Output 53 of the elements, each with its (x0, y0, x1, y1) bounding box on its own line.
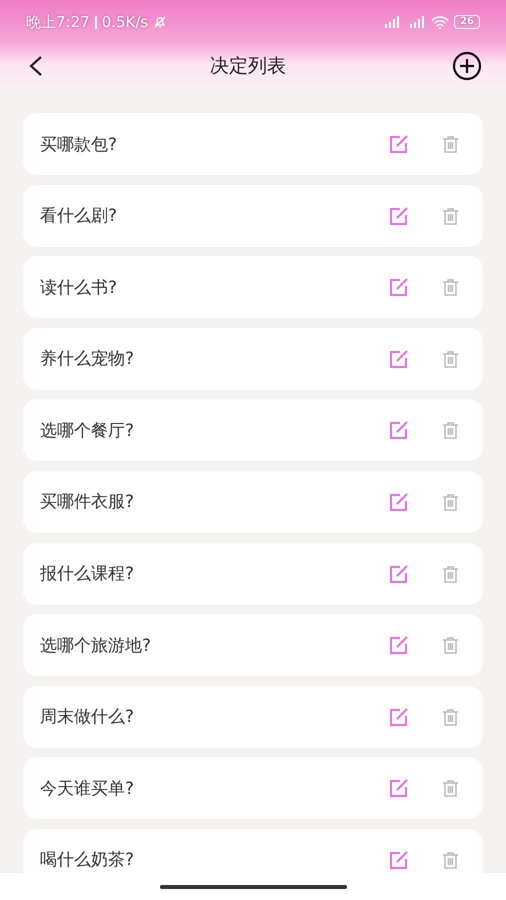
trash-icon[interactable] (442, 350, 459, 368)
decision-card[interactable]: 选哪个旅游地? (23, 614, 483, 676)
page-title: 决定列表 (210, 54, 286, 79)
decision-title: 选哪个旅游地? (40, 634, 152, 657)
edit-icon[interactable] (389, 421, 409, 440)
edit-icon[interactable] (389, 850, 409, 869)
battery-indicator: 26 (454, 15, 480, 29)
add-icon[interactable] (452, 51, 482, 81)
trash-icon[interactable] (442, 278, 459, 296)
edit-icon[interactable] (389, 564, 409, 583)
trash-icon[interactable] (442, 564, 459, 583)
trash-icon[interactable] (442, 206, 459, 225)
decision-card[interactable]: 买哪件衣服? (23, 470, 483, 533)
edit-icon[interactable] (389, 350, 409, 368)
decision-title: 养什么宠物? (40, 348, 136, 370)
decision-title: 今天谁买单? (40, 778, 136, 800)
bell-off-icon (153, 15, 168, 29)
back-icon[interactable] (28, 55, 44, 77)
decision-title: 选哪个餐厅? (40, 420, 136, 442)
decision-card[interactable]: 选哪个餐厅? (23, 399, 483, 462)
decision-title: 周末做什么? (40, 706, 136, 728)
network-speed: 0.5K/s (102, 13, 148, 31)
trash-icon[interactable] (442, 421, 459, 440)
decision-title: 买哪件衣服? (40, 491, 136, 514)
decision-title: 喝什么奶茶? (40, 849, 136, 872)
decision-card[interactable]: 周末做什么? (23, 686, 483, 748)
trash-icon[interactable] (442, 636, 459, 654)
status-time: 晚上7:27 (26, 12, 90, 32)
decision-title: 报什么课程? (40, 563, 136, 586)
decision-card[interactable]: 买哪款包? (23, 113, 483, 175)
decision-title: 看什么剧? (40, 205, 118, 228)
decision-card[interactable]: 读什么书? (23, 256, 483, 318)
edit-icon[interactable] (389, 135, 409, 153)
edit-icon[interactable] (389, 206, 409, 225)
decision-title: 买哪款包? (40, 134, 118, 156)
trash-icon[interactable] (442, 708, 459, 726)
decision-card[interactable]: 今天谁买单? (23, 757, 483, 820)
trash-icon[interactable] (442, 492, 459, 511)
wifi-icon (431, 16, 450, 28)
edit-icon[interactable] (389, 492, 409, 511)
trash-icon[interactable] (442, 779, 459, 798)
edit-icon[interactable] (389, 278, 409, 296)
decision-card[interactable]: 养什么宠物? (23, 328, 483, 390)
home-indicator[interactable] (160, 884, 346, 888)
decision-card[interactable]: 看什么剧? (23, 184, 483, 247)
trash-icon[interactable] (442, 135, 459, 153)
decision-card[interactable]: 喝什么奶茶? (23, 828, 483, 873)
edit-icon[interactable] (389, 779, 409, 798)
trash-icon[interactable] (442, 850, 459, 869)
decision-title: 读什么书? (40, 276, 118, 299)
edit-icon[interactable] (389, 708, 409, 726)
decision-card[interactable]: 报什么课程? (23, 542, 483, 605)
edit-icon[interactable] (389, 636, 409, 654)
